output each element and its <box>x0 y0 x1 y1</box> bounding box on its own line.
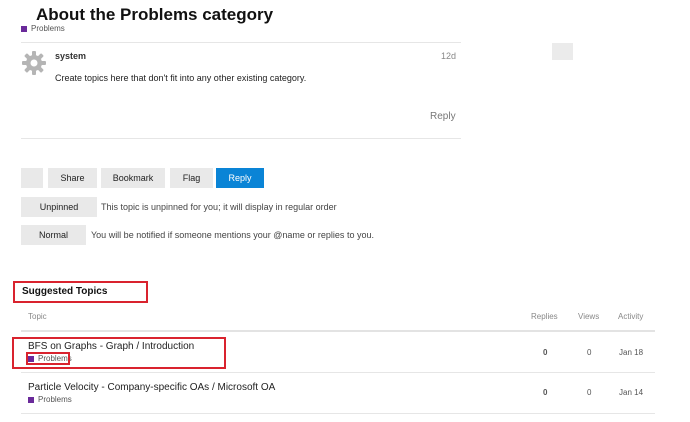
highlight-box-row-1-category <box>26 352 70 365</box>
post-body: Create topics here that don't fit into a… <box>55 73 307 83</box>
table-header-divider <box>21 330 655 332</box>
column-header-replies[interactable]: Replies <box>531 312 558 321</box>
share-button[interactable]: Share <box>48 168 97 188</box>
more-actions-button[interactable] <box>21 168 43 188</box>
category-color-square <box>28 396 34 403</box>
suggested-topics-heading: Suggested Topics <box>22 286 108 297</box>
column-header-topic[interactable]: Topic <box>28 312 47 321</box>
topic-row-views: 0 <box>587 388 592 397</box>
post-divider-bottom <box>21 138 461 139</box>
topic-row-replies: 0 <box>543 388 548 397</box>
pin-status-note: This topic is unpinned for you; it will … <box>101 202 337 212</box>
topic-row-title[interactable]: BFS on Graphs - Graph / Introduction <box>28 341 194 352</box>
column-header-activity[interactable]: Activity <box>618 312 643 321</box>
column-header-views[interactable]: Views <box>578 312 599 321</box>
topic-row-activity[interactable]: Jan 14 <box>619 388 643 397</box>
topic-title: About the Problems category <box>36 5 274 24</box>
timeline-placeholder <box>552 43 573 60</box>
bookmark-button[interactable]: Bookmark <box>101 168 165 188</box>
topic-row-activity[interactable]: Jan 18 <box>619 348 643 357</box>
table-row-divider <box>21 413 655 414</box>
topic-row-replies: 0 <box>543 348 548 357</box>
post-author[interactable]: system <box>55 51 86 61</box>
notification-level-button[interactable]: Normal <box>21 225 86 245</box>
reply-button[interactable]: Reply <box>216 168 264 188</box>
post-divider-top <box>21 42 461 43</box>
table-row-divider <box>21 372 655 373</box>
flag-button[interactable]: Flag <box>170 168 213 188</box>
unpinned-button[interactable]: Unpinned <box>21 197 97 217</box>
post-date[interactable]: 12d <box>441 51 456 61</box>
post-reply-button[interactable]: Reply <box>430 111 456 122</box>
category-label: Problems <box>31 24 65 33</box>
category-badge[interactable]: Problems <box>21 24 65 33</box>
category-color-square <box>21 25 27 32</box>
topic-row-views: 0 <box>587 348 592 357</box>
topic-row-category[interactable]: Problems <box>28 395 72 404</box>
topic-row-title[interactable]: Particle Velocity - Company-specific OAs… <box>28 382 275 393</box>
notification-note: You will be notified if someone mentions… <box>91 230 374 240</box>
gear-icon[interactable] <box>21 50 47 76</box>
category-label: Problems <box>38 395 72 404</box>
